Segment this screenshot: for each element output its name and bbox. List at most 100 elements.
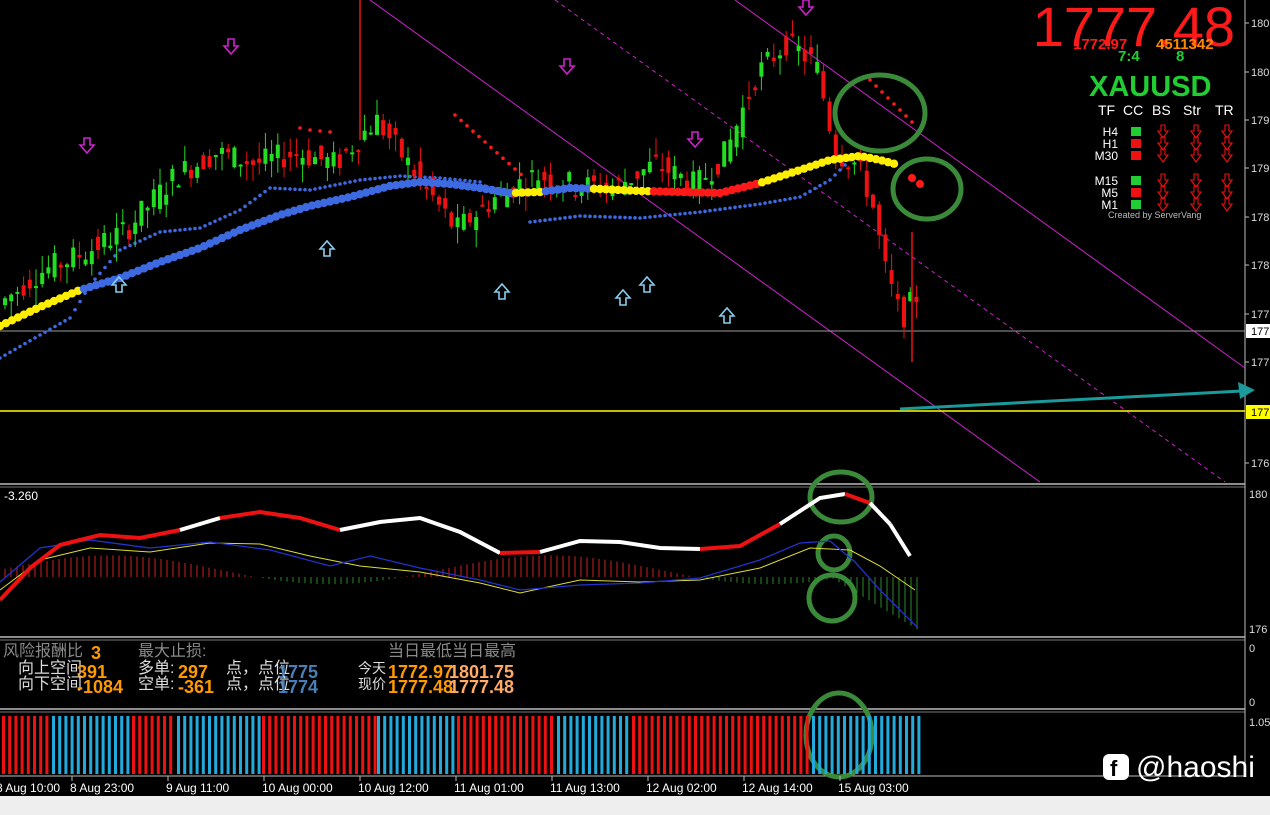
histogram-bar <box>95 716 99 774</box>
histogram-bar <box>274 716 278 774</box>
candle-body <box>790 33 795 36</box>
sar-dot <box>298 126 302 130</box>
band-dot <box>633 216 637 220</box>
band-dot <box>98 271 102 276</box>
sar-dot <box>868 78 872 82</box>
band-dot <box>693 210 697 215</box>
band-dot <box>778 198 782 203</box>
band-dot <box>828 178 832 182</box>
histogram-bar <box>531 716 535 774</box>
histogram-bar <box>675 716 679 774</box>
histogram-bar <box>874 716 877 774</box>
histogram-bar <box>257 716 261 774</box>
sar-dot <box>507 161 511 166</box>
histogram-bar <box>324 716 327 774</box>
histogram-bar <box>543 716 547 774</box>
histogram-bar <box>389 716 393 774</box>
band-dot <box>763 201 767 205</box>
band-dot <box>353 179 357 183</box>
band-dot <box>58 321 62 326</box>
candle-body <box>34 286 38 289</box>
sar-dot <box>916 180 924 188</box>
candle-body <box>678 173 683 179</box>
candle-body <box>542 171 547 181</box>
histogram-bar <box>812 716 815 774</box>
band-dot <box>298 187 302 192</box>
histogram-bar <box>581 716 585 774</box>
band-dot <box>648 215 652 219</box>
histogram-bar <box>14 716 18 774</box>
band-dot <box>783 197 787 202</box>
candle-body <box>778 55 782 59</box>
histogram-bar <box>563 716 567 774</box>
band-dot <box>458 178 462 182</box>
histogram-bar <box>33 716 36 774</box>
candle-body <box>201 155 206 170</box>
band-dot <box>688 211 692 215</box>
candle-body <box>889 270 894 284</box>
candle-body <box>71 247 76 268</box>
candle-body <box>344 148 348 151</box>
band-dot <box>468 179 472 183</box>
candle-body <box>573 195 578 198</box>
histogram-bar <box>177 716 180 774</box>
band-dot <box>23 341 27 346</box>
candle-body <box>269 153 274 162</box>
now-label: 现价 <box>358 676 386 692</box>
candle-body <box>213 154 218 157</box>
candle-body <box>83 259 88 265</box>
histogram-bar <box>867 716 871 774</box>
candle-body <box>189 169 193 179</box>
histogram-bar <box>8 716 12 774</box>
band-dot <box>818 183 822 188</box>
candle-body <box>300 157 305 165</box>
band-dot <box>623 215 627 220</box>
symbol-label: XAUUSD <box>1089 71 1211 103</box>
tf-col-tf: TF <box>1098 102 1115 118</box>
ma-dot <box>889 159 899 168</box>
band-dot <box>8 350 12 355</box>
histogram-bar <box>383 716 387 774</box>
candle-body <box>697 170 702 192</box>
band-dot <box>803 192 807 196</box>
candle-body <box>443 198 448 209</box>
band-dot <box>753 202 757 207</box>
histogram-bar <box>650 716 654 774</box>
band-dot <box>288 187 292 191</box>
histogram-bar <box>355 716 358 774</box>
time-tick-label: 10 Aug 00:00 <box>262 781 333 795</box>
candle-body <box>133 222 138 234</box>
histogram-bar <box>251 716 255 774</box>
candle-body <box>120 222 125 225</box>
time-tick-label: 8 Aug 23:00 <box>70 781 134 795</box>
histogram-bar <box>367 716 371 774</box>
candle-body <box>864 170 869 197</box>
tf-col-bs: BS <box>1152 102 1171 118</box>
band-dot <box>768 200 772 205</box>
sar-dot <box>477 134 481 139</box>
candle-body <box>182 161 187 173</box>
histogram-bar <box>525 716 529 774</box>
histogram-bar <box>737 716 741 774</box>
histogram-bar <box>892 716 896 774</box>
candle-body <box>381 120 386 136</box>
band-dot <box>303 187 307 192</box>
band-dot <box>653 214 657 219</box>
candle-body <box>282 159 286 168</box>
time-tick-label: 11 Aug 13:00 <box>550 781 620 795</box>
band-dot <box>598 214 602 219</box>
short-label: 空单: <box>138 675 174 693</box>
short-value: -361 <box>178 677 214 697</box>
band-dot <box>328 184 332 188</box>
candle-body <box>368 132 373 135</box>
candle-body <box>257 158 262 163</box>
candle-body <box>406 157 410 166</box>
tf-col-tr: TR <box>1215 102 1234 118</box>
band-dot <box>718 207 722 212</box>
candle-body <box>734 125 739 148</box>
histogram-bar <box>861 716 865 774</box>
histogram-bar <box>687 716 691 774</box>
time-tick-label: 9 Aug 11:00 <box>166 781 229 795</box>
histogram-bar <box>911 716 915 774</box>
histogram-bar <box>843 716 846 774</box>
